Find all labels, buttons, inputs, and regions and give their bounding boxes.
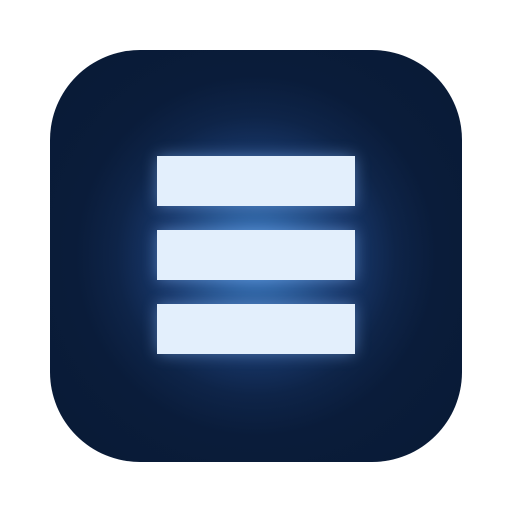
- menu-bar-bottom: [157, 304, 355, 354]
- app-icon-canvas: [0, 0, 512, 512]
- app-icon-tile[interactable]: [50, 50, 462, 462]
- menu-bar-middle: [157, 230, 355, 280]
- menu-bar-top: [157, 156, 355, 206]
